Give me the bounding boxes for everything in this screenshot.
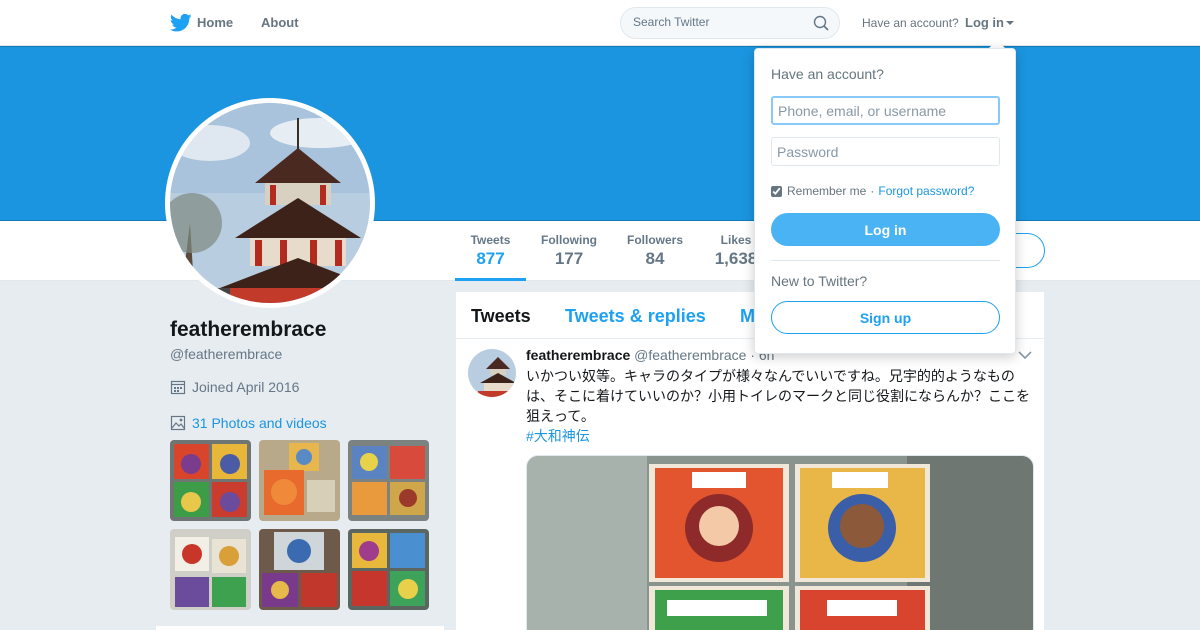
remember-row: Remember me · Forgot password? [771, 184, 974, 198]
login-dropdown: Have an account? Remember me · Forgot pa… [754, 48, 1016, 354]
twitter-bird-icon[interactable] [170, 13, 192, 33]
calendar-icon [170, 380, 186, 395]
profile-name[interactable]: featherembrace [170, 318, 326, 342]
stat-followers[interactable]: Followers 84 [622, 233, 688, 281]
stat-value: 84 [645, 249, 665, 268]
photo-icon [170, 415, 186, 431]
photo-thumbnail[interactable] [259, 440, 340, 521]
stat-tweets[interactable]: Tweets 877 [455, 233, 526, 281]
photos-link[interactable]: 31 Photos and videos [170, 415, 327, 431]
stat-label: Following [541, 233, 597, 247]
new-to-twitter-text: New to Twitter? [771, 273, 868, 289]
nav-home-link[interactable]: Home [197, 15, 233, 30]
photo-thumbnail[interactable] [348, 440, 429, 521]
separator-dot: · [870, 184, 875, 198]
stat-following[interactable]: Following 177 [536, 233, 602, 281]
stat-value: 177 [554, 249, 584, 268]
chevron-down-icon[interactable] [1018, 350, 1032, 360]
search-input[interactable] [633, 15, 808, 29]
caret-down-icon [1006, 21, 1014, 25]
remember-me-checkbox[interactable] [771, 185, 782, 197]
photo-thumbnail[interactable] [348, 529, 429, 610]
joined-date: Joined April 2016 [170, 379, 299, 395]
joined-text: Joined April 2016 [192, 379, 300, 395]
username-field[interactable] [771, 96, 1000, 125]
tweet-author-handle[interactable]: @featherembrace [634, 347, 746, 363]
dropdown-title: Have an account? [771, 66, 884, 82]
tab-tweets-replies[interactable]: Tweets & replies [565, 306, 706, 327]
have-account-text: Have an account? [862, 16, 959, 30]
login-button[interactable]: Log in [771, 213, 1000, 246]
photo-thumbnail[interactable] [170, 529, 251, 610]
pagoda-photo [170, 103, 370, 303]
tab-media[interactable]: M [740, 306, 755, 327]
tweet-text: いかつい奴等。キャラのタイプが様々なんでいいですね。兄宇的的ようなものは、そこに… [526, 368, 1030, 424]
stat-value: 877 [476, 249, 505, 268]
stat-label: Followers [626, 233, 683, 247]
profile-avatar[interactable] [165, 98, 375, 308]
tweet-author-name[interactable]: featherembrace [526, 347, 630, 363]
tweet-media[interactable] [526, 455, 1034, 630]
search-box [620, 7, 840, 39]
signup-button[interactable]: Sign up [771, 301, 1000, 334]
divider [771, 260, 1000, 261]
tab-tweets[interactable]: Tweets [471, 306, 531, 327]
nav-about-link[interactable]: About [261, 15, 299, 30]
remember-me-label[interactable]: Remember me [787, 184, 866, 198]
sidebar-card [156, 626, 444, 630]
photos-label: 31 Photos and videos [192, 415, 327, 431]
login-toggle-label: Log in [965, 15, 1004, 30]
login-dropdown-toggle[interactable]: Log in [965, 15, 1014, 30]
search-icon[interactable] [813, 15, 829, 31]
top-navigation: Home About Have an account? Log in [0, 0, 1200, 46]
profile-handle[interactable]: @featherembrace [170, 346, 282, 362]
tweet-avatar[interactable] [468, 349, 516, 397]
photo-thumbnail[interactable] [259, 529, 340, 610]
tweet-header: featherembrace @featherembrace · 6h [526, 347, 774, 363]
password-field[interactable] [771, 137, 1000, 166]
photo-thumbnail[interactable] [170, 440, 251, 521]
tweet-hashtag[interactable]: #大和神伝 [526, 426, 590, 446]
forgot-password-link[interactable]: Forgot password? [878, 184, 974, 198]
stat-label: Tweets [470, 233, 511, 247]
